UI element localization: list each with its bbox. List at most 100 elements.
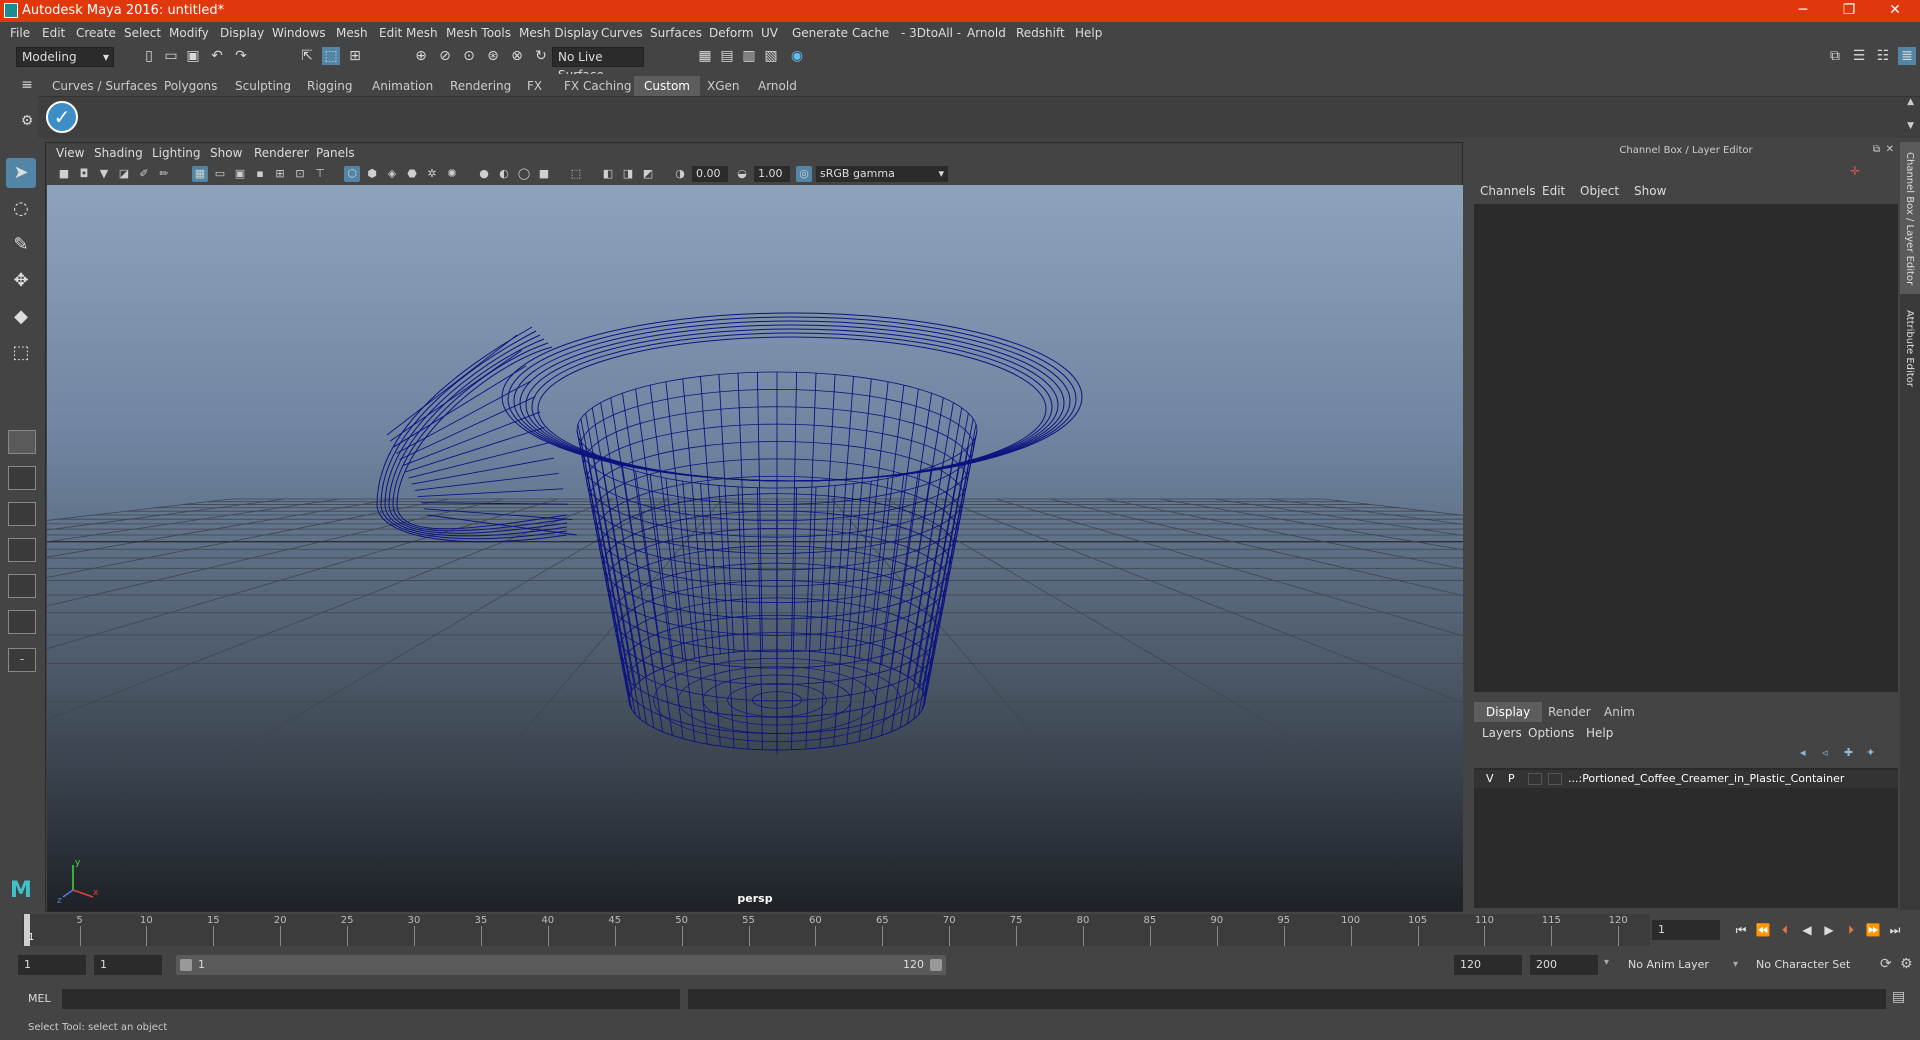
shelf-tab-rendering[interactable]: Rendering [440, 76, 521, 96]
auto-key-icon[interactable]: ⟳ [1880, 956, 1892, 972]
menu-select[interactable]: Select [124, 26, 161, 40]
viewport-menu-view[interactable]: View [56, 146, 84, 160]
image-plane-icon[interactable]: ◪ [116, 166, 132, 182]
shelf-tab-animation[interactable]: Animation [362, 76, 443, 96]
safe-action-icon[interactable]: ⊡ [292, 166, 308, 182]
mode-dropdown[interactable]: Modeling ▾ [16, 47, 114, 67]
snap-point-icon[interactable]: ⊙ [460, 47, 478, 65]
smooth-shade-icon[interactable]: ⬢ [364, 166, 380, 182]
shelf-tab-fx-caching[interactable]: FX Caching [554, 76, 641, 96]
channel-menu-object[interactable]: Object [1580, 184, 1619, 198]
maximize-button[interactable]: ❐ [1826, 0, 1872, 22]
grease-pencil-icon[interactable]: ✐ [136, 166, 152, 182]
menu-file[interactable]: File [10, 26, 30, 40]
shelf-scroll-up-icon[interactable]: ▲ [1907, 97, 1914, 107]
live-surface-field[interactable]: No Live Surface [552, 47, 644, 82]
side-tab-attribute-editor[interactable]: Attribute Editor [1900, 304, 1920, 404]
menu-redshift[interactable]: Redshift [1016, 26, 1065, 40]
range-start-handle[interactable] [180, 959, 192, 971]
character-set-dropdown[interactable]: No Character Set [1750, 955, 1876, 975]
new-layer-icon[interactable]: ✚ [1844, 746, 1853, 759]
exposure-field[interactable]: 0.00 [692, 166, 728, 182]
motion-blur-icon[interactable]: ◐ [496, 166, 512, 182]
play-backward-icon[interactable]: ◀ [1798, 922, 1816, 938]
go-to-start-icon[interactable]: ⏮ [1732, 922, 1750, 938]
channel-list[interactable] [1474, 204, 1898, 692]
scene-start-field[interactable]: 1 [18, 955, 86, 975]
new-layer-selected-icon[interactable]: ✦ [1866, 746, 1875, 759]
rotate-tool-icon[interactable]: ◆ [6, 302, 36, 332]
anti-aliasing-icon[interactable]: ◯ [516, 166, 532, 182]
viewport-menu-lighting[interactable]: Lighting [152, 146, 201, 160]
scene-canvas[interactable]: y x z [47, 185, 1463, 911]
chevron-down-icon[interactable]: ▾ [1604, 957, 1609, 968]
snap-curve-icon[interactable]: ⊘ [436, 47, 454, 65]
camera-attributes-icon[interactable]: ■ [56, 166, 72, 182]
render-frame-icon[interactable]: ▦ [696, 47, 714, 65]
animation-preferences-icon[interactable]: ⚙ [1900, 956, 1913, 972]
undo-icon[interactable]: ↶ [208, 47, 226, 65]
playback-end-field[interactable]: 120 [1454, 955, 1522, 975]
bookmark-icon[interactable]: ▼ [96, 166, 112, 182]
menu-deform[interactable]: Deform [709, 26, 754, 40]
graph-persp-layout-icon[interactable] [8, 610, 36, 634]
exposure-icon[interactable]: ◑ [672, 166, 688, 182]
menu-mesh[interactable]: Mesh [336, 26, 368, 40]
channel-menu-show[interactable]: Show [1634, 184, 1666, 198]
isolate-select-icon[interactable]: ⬚ [568, 166, 584, 182]
layer-menu-layers[interactable]: Layers [1482, 726, 1522, 740]
channel-menu-channels[interactable]: Channels [1480, 184, 1536, 198]
wireframe-on-shaded-icon[interactable]: ◈ [384, 166, 400, 182]
menu-generate[interactable]: Generate [792, 26, 848, 40]
float-panel-icon[interactable]: ⧉ [1873, 144, 1880, 155]
scale-tool-icon[interactable]: ⬚ [6, 338, 36, 368]
close-panel-icon[interactable]: ✕ [1886, 144, 1894, 155]
wireframe-icon[interactable]: ⬡ [344, 166, 360, 182]
redo-icon[interactable]: ↷ [232, 47, 250, 65]
lasso-tool-icon[interactable]: ◌ [6, 194, 36, 224]
shelf-tab-arnold[interactable]: Arnold [748, 76, 807, 96]
select-component-icon[interactable]: ⊞ [346, 47, 364, 65]
hypershade-icon[interactable]: ▧ [762, 47, 780, 65]
range-end-handle[interactable] [930, 959, 942, 971]
script-editor-icon[interactable]: ▤ [1892, 989, 1905, 1005]
menu-windows[interactable]: Windows [272, 26, 326, 40]
viewport-menu-shading[interactable]: Shading [94, 146, 143, 160]
coffee-creamer-container-wireframe[interactable] [376, 312, 1083, 751]
shelf-settings-icon[interactable]: ⚙ [18, 112, 36, 130]
gamma-icon[interactable]: ◒ [734, 166, 750, 182]
menu-arnold[interactable]: Arnold [967, 26, 1006, 40]
menu-help[interactable]: Help [1075, 26, 1102, 40]
stacked-layout-icon[interactable] [8, 538, 36, 562]
move-layer-up-icon[interactable]: ◂ [1800, 746, 1806, 759]
camera-lock-icon[interactable]: ◘ [76, 166, 92, 182]
step-forward-frame-icon[interactable]: ⏵ [1842, 922, 1860, 938]
field-chart-icon[interactable]: ⊞ [272, 166, 288, 182]
paint-select-tool-icon[interactable]: ✎ [6, 230, 36, 260]
snap-view-icon[interactable]: ⊛ [484, 47, 502, 65]
single-pane-layout-icon[interactable] [8, 430, 36, 454]
perspective-viewport[interactable]: y x z persp [47, 185, 1463, 911]
playback-start-field[interactable]: 1 [94, 955, 162, 975]
menu-modify[interactable]: Modify [169, 26, 209, 40]
command-language-label[interactable]: MEL [28, 992, 51, 1005]
move-layer-down-icon[interactable]: ◃ [1822, 746, 1828, 759]
render-settings-icon[interactable]: ▥ [740, 47, 758, 65]
minimize-button[interactable]: ─ [1780, 0, 1826, 22]
xray-components-icon[interactable]: ◩ [640, 166, 656, 182]
channel-menu-edit[interactable]: Edit [1542, 184, 1565, 198]
manipulator-icon[interactable]: ✛ [1850, 164, 1860, 178]
shadows-icon[interactable]: ✺ [444, 166, 460, 182]
tool-settings-icon[interactable]: ☷ [1874, 47, 1892, 65]
menu-mesh-tools[interactable]: Mesh Tools [446, 26, 511, 40]
scene-end-field[interactable]: 200 [1530, 955, 1598, 975]
shelf-tab-custom[interactable]: Custom [634, 76, 700, 96]
layer-display-type-toggle[interactable] [1528, 773, 1542, 785]
custom-layout-icon[interactable]: - [8, 648, 36, 672]
color-management-icon[interactable]: ◎ [796, 166, 812, 182]
layer-tab-display[interactable]: Display [1474, 702, 1543, 722]
shelf-tab-xgen[interactable]: XGen [697, 76, 750, 96]
play-forward-icon[interactable]: ▶ [1820, 922, 1838, 938]
step-forward-key-icon[interactable]: ⏩ [1864, 922, 1882, 938]
select-object-icon[interactable]: ⬚ [322, 47, 340, 65]
